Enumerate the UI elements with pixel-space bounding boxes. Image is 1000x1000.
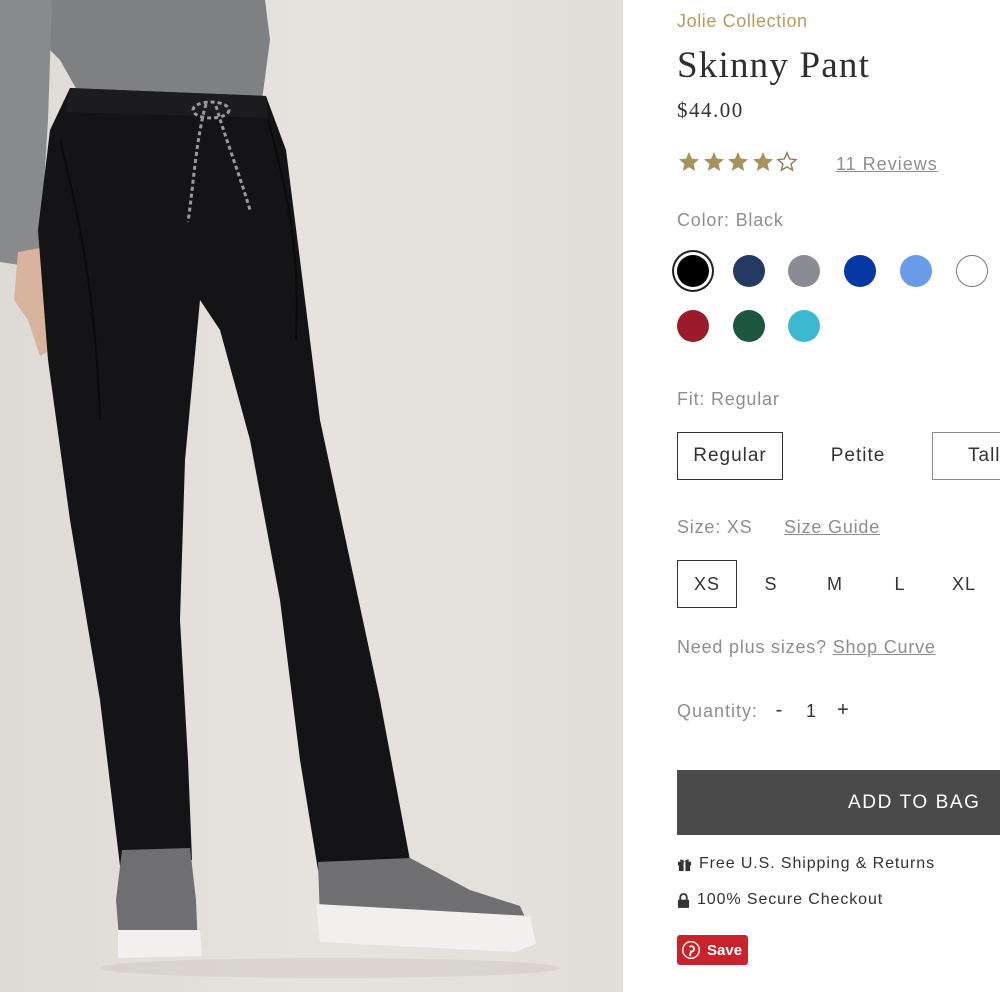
plus-sizes-prompt: Need plus sizes? Shop Curve	[677, 637, 936, 658]
size-guide-link[interactable]: Size Guide	[784, 517, 880, 538]
pinterest-icon	[682, 941, 700, 959]
shipping-info: Free U.S. Shipping & Returns	[677, 855, 935, 873]
pinterest-save-label: Save	[707, 941, 743, 959]
star-filled-icon	[679, 152, 699, 171]
color-label: Color: Black	[677, 210, 784, 230]
add-to-bag-button[interactable]: ADD TO BAG	[677, 770, 1000, 835]
fit-option-tall[interactable]: Tall	[932, 432, 1000, 480]
fit-option-petite[interactable]: Petite	[805, 432, 911, 480]
product-image	[0, 0, 623, 1000]
color-swatch-turquoise[interactable]	[788, 310, 820, 342]
quantity-value[interactable]: 1	[803, 701, 819, 722]
size-option-m[interactable]: M	[805, 560, 865, 608]
color-swatch-royal-blue[interactable]	[844, 255, 876, 287]
star-empty-icon	[776, 151, 798, 172]
color-swatch-grey[interactable]	[788, 255, 820, 287]
product-details: Jolie Collection Skinny Pant $44.00 11 R…	[677, 0, 1000, 1000]
image-frame	[0, 992, 623, 1000]
fit-label: Fit: Regular	[677, 389, 780, 409]
secure-checkout-info: 100% Secure Checkout	[677, 891, 883, 909]
product-title: Skinny Pant	[677, 45, 871, 86]
collection-name[interactable]: Jolie Collection	[677, 11, 808, 32]
color-swatch-hunter-green[interactable]	[733, 310, 765, 342]
color-swatch-white[interactable]	[956, 255, 988, 287]
size-option-l[interactable]: L	[870, 560, 930, 608]
star-filled-icon	[728, 152, 748, 171]
star-filled-icon	[703, 152, 724, 171]
secure-checkout-text: 100% Secure Checkout	[697, 891, 884, 908]
quantity-increase-button[interactable]: +	[833, 699, 853, 722]
star-filled-icon	[752, 152, 773, 171]
reviews-link[interactable]: 11 Reviews	[836, 154, 938, 175]
color-swatch-ceil-blue[interactable]	[900, 255, 932, 287]
gift-icon	[677, 859, 692, 871]
lock-icon	[677, 892, 690, 908]
color-swatch-burgundy[interactable]	[677, 310, 709, 342]
size-option-xs[interactable]: XS	[677, 560, 737, 608]
star-rating	[677, 150, 800, 174]
shipping-text: Free U.S. Shipping & Returns	[699, 855, 935, 872]
quantity-decrease-button[interactable]: -	[769, 699, 789, 722]
size-option-s[interactable]: S	[741, 560, 801, 608]
color-swatch-black[interactable]	[677, 255, 709, 287]
size-option-xl[interactable]: XL	[934, 560, 994, 608]
shop-curve-link[interactable]: Shop Curve	[833, 637, 936, 657]
plus-sizes-text: Need plus sizes?	[677, 637, 827, 657]
product-price: $44.00	[677, 98, 744, 122]
size-label: Size: XS	[677, 517, 753, 537]
pinterest-save-button[interactable]: Save	[677, 935, 748, 965]
color-swatch-navy[interactable]	[733, 255, 765, 287]
product-photo-illustration	[0, 0, 560, 978]
quantity-label: Quantity:	[677, 701, 759, 721]
fit-option-regular[interactable]: Regular	[677, 432, 783, 480]
